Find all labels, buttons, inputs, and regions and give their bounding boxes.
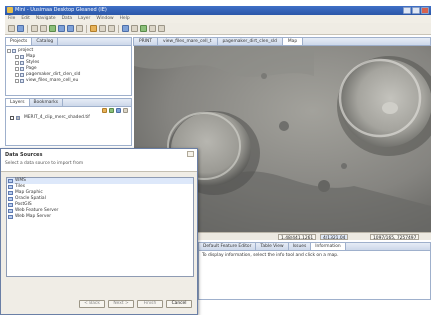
projects-panel: Projects Catalog project Map Styles Page… bbox=[5, 37, 132, 96]
perspective-icon[interactable] bbox=[158, 25, 165, 32]
minimize-icon[interactable] bbox=[403, 7, 411, 14]
tab-pagemaker[interactable]: pagemaker_dirt_clen_sld bbox=[218, 38, 283, 45]
scale-readout[interactable]: 4/1321.04 bbox=[320, 234, 349, 241]
tab-view-files[interactable]: view_files_mare_cell_t bbox=[158, 38, 218, 45]
data-sources-dialog: Data Sources Select a data source to imp… bbox=[0, 148, 198, 315]
window-title: Mini - Uusimaa Desktop Gleaned (IE) bbox=[15, 7, 107, 13]
finish-button[interactable]: Finish bbox=[137, 300, 163, 308]
dialog-close-icon[interactable] bbox=[187, 151, 194, 157]
undo-icon[interactable] bbox=[31, 25, 38, 32]
refresh-icon[interactable] bbox=[122, 25, 129, 32]
bottom-panel-tabs: Default Feature Editor Table View Issues… bbox=[199, 243, 430, 251]
maximize-icon[interactable] bbox=[412, 7, 420, 14]
new-icon[interactable] bbox=[8, 25, 15, 32]
tree-item-view-files[interactable]: view_files_mare_cell_eu bbox=[6, 78, 131, 84]
tab-table-view[interactable]: Table View bbox=[256, 243, 289, 250]
crs-readout[interactable]: 1097/165, 7257497 bbox=[370, 234, 420, 241]
layers-panel: Layers Bookmarks MERIT_4_clip_merc_shade… bbox=[5, 98, 132, 146]
add-layer-icon[interactable] bbox=[49, 25, 56, 32]
menu-data[interactable]: Data bbox=[62, 15, 72, 23]
window-controls bbox=[403, 7, 429, 14]
toolbar-separator bbox=[86, 24, 87, 33]
tiles-icon bbox=[8, 185, 13, 189]
menu-help[interactable]: Help bbox=[120, 15, 130, 23]
next-button[interactable]: Next > bbox=[108, 300, 134, 308]
tab-issues[interactable]: Issues bbox=[289, 243, 312, 250]
map-graphic-icon bbox=[8, 191, 13, 195]
raster-layer-icon bbox=[16, 116, 20, 120]
tab-projects[interactable]: Projects bbox=[6, 38, 33, 45]
edit-icon[interactable] bbox=[108, 25, 115, 32]
data-source-list: WMS Tiles Map Graphic Oracle Spatial Pos… bbox=[6, 177, 194, 277]
layer-item[interactable]: MERIT_4_clip_merc_shaded.tif bbox=[6, 115, 131, 121]
select-icon[interactable] bbox=[99, 25, 106, 32]
dialog-title: Data Sources bbox=[5, 152, 43, 158]
toolbar-separator bbox=[27, 24, 28, 33]
menu-layer[interactable]: Layer bbox=[78, 15, 90, 23]
layer-up-icon[interactable] bbox=[102, 108, 107, 113]
save-icon[interactable] bbox=[17, 25, 24, 32]
wfs-icon bbox=[8, 209, 13, 213]
pan-icon[interactable] bbox=[76, 25, 83, 32]
page-icon bbox=[20, 67, 24, 71]
main-toolbar bbox=[5, 23, 431, 35]
tab-feature-editor[interactable]: Default Feature Editor bbox=[199, 243, 257, 250]
tab-catalog[interactable]: Catalog bbox=[32, 38, 59, 45]
toolbar-separator bbox=[118, 24, 119, 33]
expand-icon[interactable] bbox=[15, 73, 19, 77]
expand-icon[interactable] bbox=[15, 61, 19, 65]
expand-icon[interactable] bbox=[7, 49, 11, 53]
expand-icon[interactable] bbox=[15, 67, 19, 71]
project-tree: project Map Styles Page pagemaker_dirt_c… bbox=[6, 46, 131, 84]
measure-icon[interactable] bbox=[131, 25, 138, 32]
data-source-web-map-server[interactable]: Web Map Server bbox=[7, 214, 193, 220]
close-icon[interactable] bbox=[421, 7, 429, 14]
map-icon bbox=[20, 79, 24, 83]
layer-menu-icon[interactable] bbox=[123, 108, 128, 113]
tab-print[interactable]: PRINT bbox=[134, 38, 158, 45]
information-message: To display information, select the info … bbox=[202, 253, 339, 258]
zoom-in-icon[interactable] bbox=[58, 25, 65, 32]
print-icon[interactable] bbox=[149, 25, 156, 32]
map-icon bbox=[20, 73, 24, 77]
dialog-header: Data Sources Select a data source to imp… bbox=[1, 149, 197, 172]
expand-icon[interactable] bbox=[15, 55, 19, 59]
menu-window[interactable]: Window bbox=[96, 15, 113, 23]
cancel-button[interactable]: Cancel bbox=[166, 300, 192, 308]
menu-file[interactable]: File bbox=[8, 15, 15, 23]
layers-toolbar bbox=[6, 107, 131, 115]
projects-panel-tabs: Projects Catalog bbox=[6, 38, 131, 46]
menu-bar: File Edit Navigate Data Layer Window Hel… bbox=[5, 15, 431, 23]
bottom-panel: Default Feature Editor Table View Issues… bbox=[198, 242, 431, 300]
dialog-buttons: < Back Next > Finish Cancel bbox=[79, 300, 192, 308]
layers-panel-tabs: Layers Bookmarks bbox=[6, 99, 131, 107]
layer-down-icon[interactable] bbox=[109, 108, 114, 113]
tab-information[interactable]: Information bbox=[311, 243, 346, 250]
expand-icon[interactable] bbox=[15, 79, 19, 83]
menu-edit[interactable]: Edit bbox=[21, 15, 30, 23]
folder-icon bbox=[20, 61, 24, 65]
zoom-out-icon[interactable] bbox=[67, 25, 74, 32]
database-icon bbox=[8, 203, 13, 207]
tab-layers[interactable]: Layers bbox=[6, 99, 30, 106]
tab-map[interactable]: Map bbox=[282, 38, 304, 45]
layer-visibility-checkbox[interactable] bbox=[10, 116, 14, 120]
info-icon[interactable] bbox=[90, 25, 97, 32]
app-icon bbox=[7, 7, 13, 13]
tab-bookmarks[interactable]: Bookmarks bbox=[30, 99, 64, 106]
layer-style-icon[interactable] bbox=[140, 25, 147, 32]
window-titlebar: Mini - Uusimaa Desktop Gleaned (IE) bbox=[5, 6, 431, 15]
wms-icon bbox=[8, 179, 13, 183]
wms-icon bbox=[8, 215, 13, 219]
project-icon bbox=[12, 49, 16, 53]
map-icon bbox=[20, 55, 24, 59]
coordinate-readout: 1.48/441.1261 bbox=[278, 234, 317, 241]
back-button[interactable]: < Back bbox=[79, 300, 105, 308]
editor-tabs: PRINT view_files_mare_cell_t pagemaker_d… bbox=[133, 37, 431, 46]
remove-layer-icon[interactable] bbox=[116, 108, 121, 113]
redo-icon[interactable] bbox=[40, 25, 47, 32]
database-icon bbox=[8, 197, 13, 201]
menu-navigate[interactable]: Navigate bbox=[36, 15, 56, 23]
dialog-subtitle: Select a data source to import from bbox=[5, 161, 84, 166]
